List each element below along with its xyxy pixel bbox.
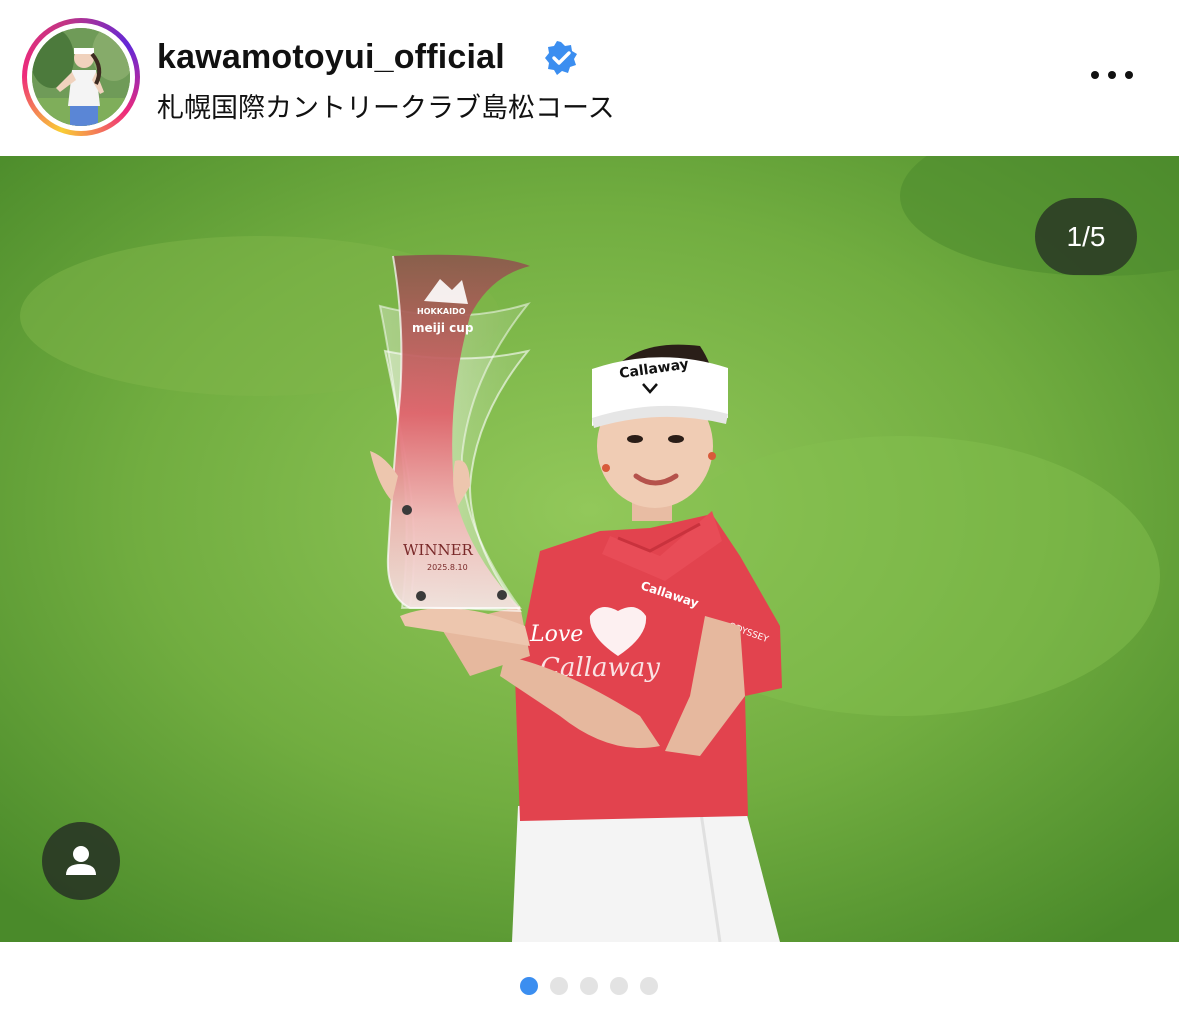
trophy-date: 2025.8.10 (427, 563, 468, 572)
carousel-counter: 1/5 (1035, 198, 1137, 275)
svg-text:Love: Love (529, 622, 583, 647)
trophy-inscription: WINNER (403, 541, 474, 559)
avatar-image (32, 28, 130, 126)
post-photo[interactable]: Love Callaway Callaway ODYSSEY Callaway … (0, 156, 1179, 942)
carousel-dot-5[interactable] (640, 977, 658, 995)
story-ring[interactable] (22, 18, 140, 136)
verified-badge-icon (545, 41, 577, 75)
carousel-dot-4[interactable] (610, 977, 628, 995)
avatar[interactable] (32, 28, 130, 126)
golfer-with-trophy-image: Love Callaway Callaway ODYSSEY Callaway … (0, 156, 1179, 942)
username[interactable]: kawamotoyui_official (157, 38, 505, 77)
trophy-brand-top: HOKKAIDO (417, 307, 466, 316)
trophy-brand: meiji cup (412, 321, 474, 335)
more-options-icon[interactable] (1084, 58, 1140, 92)
location-link[interactable]: 札幌国際カントリークラブ島松コース (157, 86, 615, 125)
carousel-indicator (0, 977, 1179, 997)
carousel-dot-3[interactable] (580, 977, 598, 995)
post-header: kawamotoyui_official 札幌国際カントリークラブ島松コース (0, 0, 1179, 156)
carousel-dot-2[interactable] (550, 977, 568, 995)
carousel-dot-1[interactable] (520, 977, 538, 995)
user-tag-icon[interactable] (42, 822, 120, 900)
